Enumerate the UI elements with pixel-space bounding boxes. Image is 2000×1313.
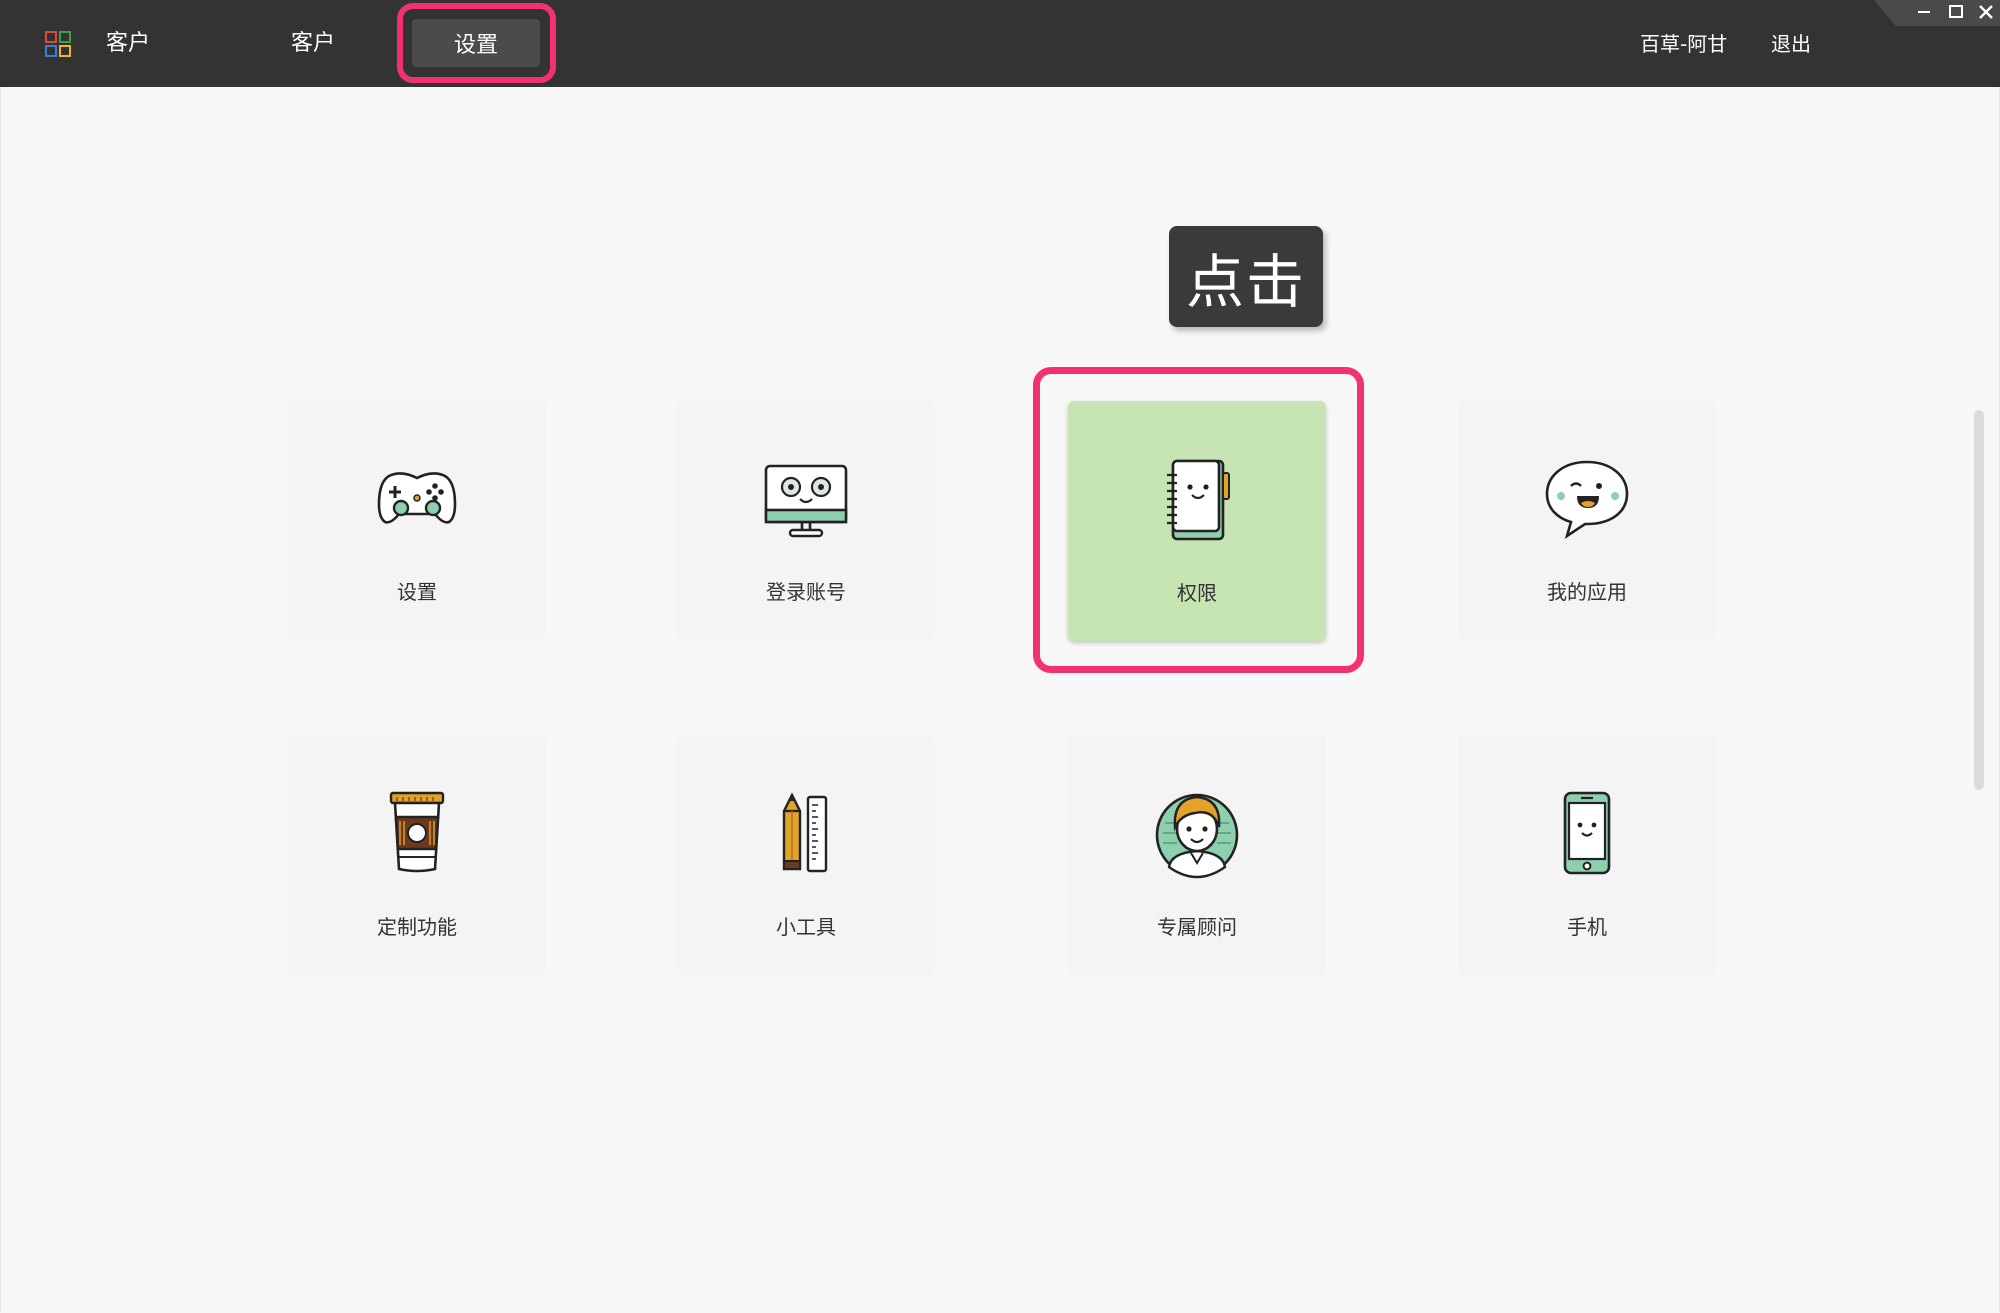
tile-settings[interactable]: 设置	[288, 400, 546, 640]
coffee-cup-icon	[389, 791, 445, 873]
vertical-scrollbar[interactable]	[1974, 410, 1984, 790]
tile-custom-features[interactable]: 定制功能	[288, 735, 546, 975]
tile-label: 小工具	[776, 915, 836, 939]
app-grid-logo-icon	[45, 31, 71, 57]
tile-login-account[interactable]: 登录账号	[677, 400, 935, 640]
tile-label: 我的应用	[1547, 580, 1627, 604]
chat-bubble-icon	[1545, 460, 1629, 540]
app-title: 客户	[106, 31, 151, 56]
close-icon[interactable]	[1976, 2, 1996, 22]
settings-panel: 设置 登录账号 权限 我的应用 定制功能 小工具 专属顾问 手机	[0, 87, 2000, 1311]
tile-my-apps[interactable]: 我的应用	[1458, 400, 1716, 640]
window-controls	[1874, 0, 2000, 26]
logout-link[interactable]: 退出	[1771, 28, 1811, 60]
monitor-icon	[764, 464, 848, 538]
tile-permissions-highlight	[1033, 367, 1364, 673]
advisor-avatar-icon	[1155, 793, 1239, 879]
pencil-ruler-icon	[782, 792, 828, 873]
tile-label: 手机	[1567, 915, 1607, 939]
tile-phone[interactable]: 手机	[1458, 735, 1716, 975]
top-bar: 客户 客户 设置 百草-阿甘 退出	[0, 0, 2000, 87]
minimize-icon[interactable]	[1914, 2, 1934, 22]
nav-settings-highlight: 设置	[397, 3, 556, 83]
nav-settings[interactable]: 设置	[412, 19, 540, 67]
gamepad-icon	[377, 472, 457, 524]
tile-label: 登录账号	[766, 580, 846, 604]
maximize-icon[interactable]	[1946, 2, 1966, 22]
tile-tools[interactable]: 小工具	[677, 735, 935, 975]
phone-icon	[1563, 791, 1611, 875]
tile-label: 设置	[397, 580, 437, 604]
tile-label: 专属顾问	[1157, 915, 1237, 939]
click-hint-tooltip: 点击	[1169, 226, 1323, 327]
tile-dedicated-advisor[interactable]: 专属顾问	[1068, 735, 1326, 975]
user-name[interactable]: 百草-阿甘	[1640, 28, 1727, 60]
tile-label: 定制功能	[377, 915, 457, 939]
nav-customers[interactable]: 客户	[291, 28, 335, 60]
